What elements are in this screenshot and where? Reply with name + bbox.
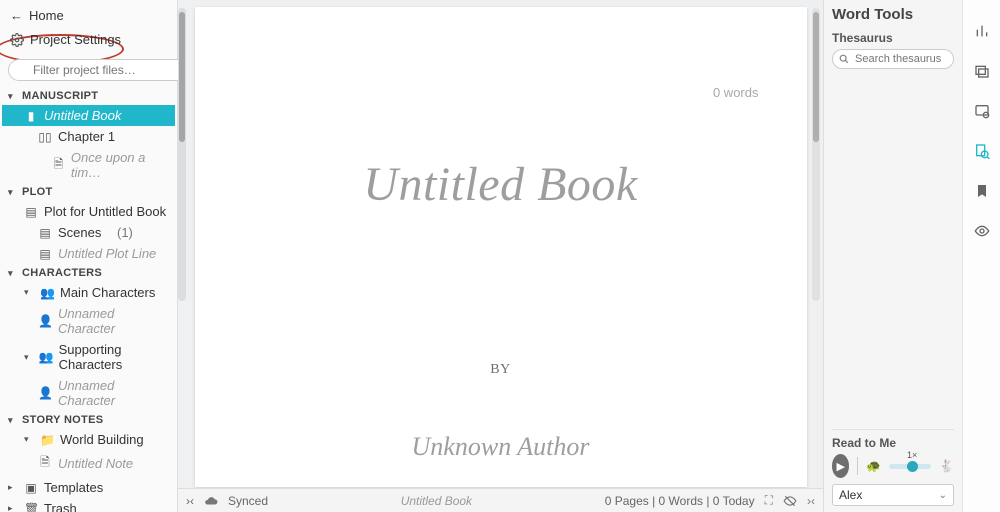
speed-label: 1×	[907, 450, 917, 460]
tree-item-trash[interactable]: ▸🗑Trash	[2, 498, 175, 512]
tree-item-templates[interactable]: ▸▣Templates	[2, 477, 175, 498]
scrollbar-thumb[interactable]	[813, 12, 819, 142]
tree-item-scene[interactable]: 🗎Once upon a tim…	[2, 147, 175, 183]
home-label: Home	[29, 8, 64, 23]
chevron-down-icon: ▾	[8, 415, 18, 426]
divider	[857, 457, 858, 475]
thesaurus-label: Thesaurus	[832, 31, 954, 45]
chevron-down-icon: ⌄	[939, 490, 947, 501]
person-icon: 👤	[38, 314, 52, 328]
turtle-icon[interactable]: 🐢	[866, 459, 881, 473]
project-settings-button[interactable]: Project Settings	[8, 28, 169, 51]
chevron-right-icon: ▸	[8, 482, 18, 493]
sync-status: Synced	[228, 494, 268, 508]
chapter-icon: ▯▯	[38, 130, 52, 144]
tree-item-character[interactable]: 👤Unnamed Character	[2, 375, 175, 411]
people-icon: 👥	[40, 286, 54, 300]
list-icon: ▤	[38, 226, 52, 240]
sidebar: ← Home Project Settings ▾ + ▾MANUSCRIPT …	[0, 0, 178, 512]
stats-icon[interactable]	[973, 22, 991, 40]
gear-icon	[10, 33, 24, 47]
tree-item-note[interactable]: 🗎Untitled Note	[2, 450, 175, 477]
word-tools-title: Word Tools	[832, 6, 954, 23]
play-button[interactable]: ▶	[832, 454, 849, 478]
plot-icon: ▤	[24, 205, 38, 219]
collapse-right-icon[interactable]: ›‹	[807, 494, 815, 508]
tree-item-supporting-characters[interactable]: ▾👥Supporting Characters	[2, 339, 175, 375]
note-icon: 🗎	[38, 453, 52, 474]
section-characters[interactable]: ▾CHARACTERS	[2, 264, 175, 282]
project-settings-label: Project Settings	[30, 32, 121, 47]
tool-strip	[962, 0, 1000, 512]
word-count-label: 0 words	[713, 85, 759, 100]
tree-item-scenes[interactable]: ▤Scenes (1)	[2, 222, 175, 243]
status-bar: ›‹ Synced Untitled Book 0 Pages | 0 Word…	[178, 488, 823, 512]
document-icon: 🗎	[52, 155, 65, 176]
cards-icon[interactable]	[973, 62, 991, 80]
status-doc-name: Untitled Book	[401, 494, 472, 508]
search-icon	[839, 54, 849, 64]
scrollbar-left[interactable]	[178, 8, 186, 301]
focus-icon[interactable]: ⛶	[765, 493, 773, 508]
collapse-left-icon[interactable]: ›‹	[186, 494, 194, 508]
chevron-down-icon: ▾	[24, 352, 33, 363]
trash-icon: 🗑	[24, 502, 38, 512]
book-icon: ▮	[24, 109, 38, 123]
arrow-left-icon: ←	[10, 8, 23, 23]
tree-item-plot-book[interactable]: ▤Plot for Untitled Book	[2, 201, 175, 222]
section-manuscript[interactable]: ▾MANUSCRIPT	[2, 87, 175, 105]
section-story-notes[interactable]: ▾STORY NOTES	[2, 411, 175, 429]
people-icon: 👥	[39, 350, 53, 364]
slider-thumb[interactable]	[907, 461, 918, 472]
tree-item-book[interactable]: ▮Untitled Book	[2, 105, 175, 126]
by-label: BY	[255, 362, 747, 378]
document-scroll[interactable]: 0 words Untitled Book BY Unknown Author	[178, 0, 823, 488]
speed-slider[interactable]	[889, 464, 931, 469]
scrollbar-right[interactable]	[812, 8, 820, 301]
read-to-me-section: Read to Me ▶ 🐢 1× 🐇 Alex ⌄	[832, 429, 954, 506]
tree-item-main-characters[interactable]: ▾👥Main Characters	[2, 282, 175, 303]
status-stats: 0 Pages | 0 Words | 0 Today	[605, 494, 755, 508]
eye-icon[interactable]	[973, 222, 991, 240]
tree-item-world-building[interactable]: ▾📁World Building	[2, 429, 175, 450]
section-plot[interactable]: ▾PLOT	[2, 183, 175, 201]
right-panel: Word Tools Thesaurus Read to Me ▶ 🐢 1× 🐇	[823, 0, 962, 512]
chevron-down-icon: ▾	[8, 91, 18, 102]
chevron-down-icon: ▾	[8, 268, 18, 279]
cloud-icon	[204, 494, 218, 508]
app-root: ← Home Project Settings ▾ + ▾MANUSCRIPT …	[0, 0, 1000, 512]
scrollbar-thumb[interactable]	[179, 12, 185, 142]
templates-icon: ▣	[24, 481, 38, 495]
snapshot-icon[interactable]	[973, 102, 991, 120]
chevron-down-icon: ▾	[24, 434, 34, 445]
editor-area: 0 words Untitled Book BY Unknown Author …	[178, 0, 823, 512]
file-tree: ▾MANUSCRIPT ▮Untitled Book ▯▯Chapter 1 🗎…	[0, 87, 177, 512]
rabbit-icon[interactable]: 🐇	[939, 459, 954, 473]
voice-value: Alex	[839, 488, 862, 502]
document-page[interactable]: 0 words Untitled Book BY Unknown Author	[195, 7, 807, 487]
chevron-down-icon: ▾	[8, 187, 18, 198]
chevron-down-icon: ▾	[24, 287, 34, 298]
tree-item-chapter[interactable]: ▯▯Chapter 1	[2, 126, 175, 147]
read-to-me-label: Read to Me	[832, 436, 954, 450]
person-icon: 👤	[38, 386, 52, 400]
author-name[interactable]: Unknown Author	[255, 432, 747, 462]
tree-item-character[interactable]: 👤Unnamed Character	[2, 303, 175, 339]
chevron-right-icon: ▸	[8, 503, 18, 512]
tree-item-plot-line[interactable]: ▤Untitled Plot Line	[2, 243, 175, 264]
folder-icon: 📁	[40, 433, 54, 447]
filter-input[interactable]	[8, 59, 197, 81]
document-title[interactable]: Untitled Book	[255, 157, 747, 212]
voice-select[interactable]: Alex ⌄	[832, 484, 954, 506]
home-button[interactable]: ← Home	[8, 5, 169, 26]
typewriter-icon[interactable]	[783, 494, 797, 508]
bookmark-icon[interactable]	[973, 182, 991, 200]
list-icon: ▤	[38, 247, 52, 261]
word-tools-icon[interactable]	[973, 142, 991, 160]
thesaurus-input[interactable]	[832, 49, 954, 69]
